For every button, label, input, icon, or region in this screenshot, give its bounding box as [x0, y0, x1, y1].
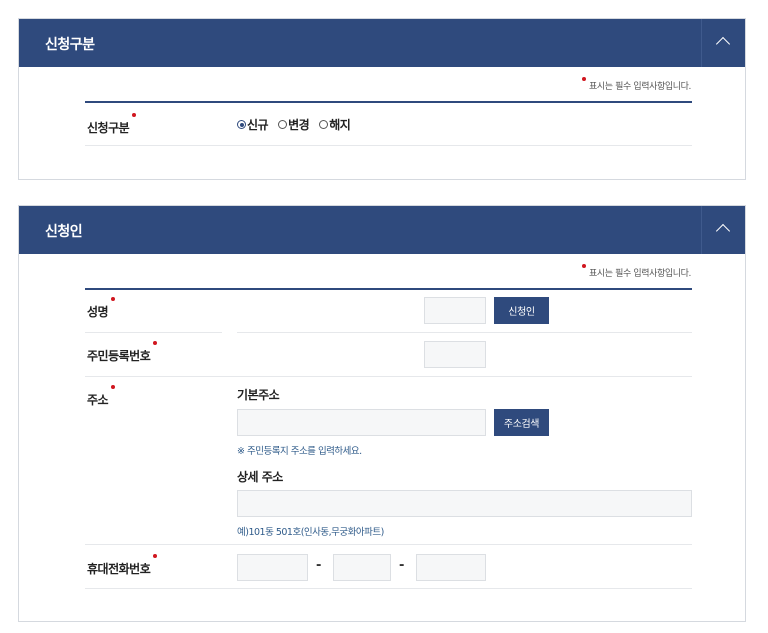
basic-address-label: 기본주소 — [237, 388, 280, 402]
row-divider — [85, 544, 692, 545]
phone-label-text: 휴대전화번호 — [87, 562, 151, 576]
applicant-title: 신청인 — [45, 224, 83, 240]
required-note-text: 표시는 필수 입력사항입니다. — [589, 82, 691, 92]
phone-part3-input[interactable] — [416, 554, 486, 581]
row-divider — [85, 588, 692, 589]
required-dot-icon — [111, 385, 116, 389]
required-dot-icon — [582, 264, 587, 268]
applicant-button[interactable]: 신청인 — [494, 297, 549, 324]
detail-address-hint: 예)101동 501호(인사동,무궁화아파트) — [237, 527, 384, 538]
application-type-label-text: 신청구분 — [87, 121, 130, 135]
name-input[interactable] — [424, 297, 486, 324]
application-type-label: 신청구분 — [87, 113, 137, 136]
row-divider — [237, 332, 692, 333]
application-type-header: 신청구분 — [19, 19, 745, 67]
radio-unchecked-icon — [319, 120, 329, 129]
section-top-rule — [85, 101, 692, 103]
collapse-applicant-button[interactable] — [701, 206, 745, 254]
name-label-text: 성명 — [87, 305, 109, 319]
resident-number-label-text: 주민등록번호 — [87, 349, 151, 363]
address-label-text: 주소 — [87, 393, 109, 407]
radio-new[interactable]: 신규 — [237, 116, 269, 133]
chevron-up-icon — [715, 223, 731, 239]
required-dot-icon — [153, 554, 158, 558]
radio-change-label: 변경 — [288, 118, 310, 132]
row-divider — [85, 145, 692, 146]
applicant-panel: 신청인 표시는 필수 입력사항입니다. 성명 신청인 주민등록번호 주소 기본주… — [18, 205, 746, 622]
phone-part2-input[interactable] — [333, 554, 391, 581]
radio-change[interactable]: 변경 — [278, 116, 310, 133]
detail-address-label: 상세 주소 — [237, 470, 283, 484]
phone-label: 휴대전화번호 — [87, 554, 158, 577]
application-type-panel: 신청구분 표시는 필수 입력사항입니다. 신청구분 신규 변경 해지 — [18, 18, 746, 180]
required-note-text: 표시는 필수 입력사항입니다. — [589, 269, 691, 279]
required-dot-icon — [153, 341, 158, 345]
radio-cancel[interactable]: 해지 — [319, 116, 351, 133]
radio-unchecked-icon — [278, 120, 288, 129]
application-type-radio-group: 신규 변경 해지 — [237, 116, 351, 133]
resident-number-input[interactable] — [424, 341, 486, 368]
section-top-rule — [85, 288, 692, 290]
address-label: 주소 — [87, 385, 116, 408]
applicant-header: 신청인 — [19, 206, 745, 254]
radio-cancel-label: 해지 — [329, 118, 351, 132]
phone-separator: - — [316, 558, 322, 573]
phone-part1-input[interactable] — [237, 554, 308, 581]
required-note: 표시는 필수 입력사항입니다. — [582, 77, 691, 92]
radio-new-label: 신규 — [247, 118, 269, 132]
required-dot-icon — [582, 77, 587, 81]
row-divider — [85, 332, 222, 333]
address-search-button[interactable]: 주소검색 — [494, 409, 549, 436]
basic-address-input[interactable] — [237, 409, 486, 436]
phone-separator: - — [399, 558, 405, 573]
detail-address-input[interactable] — [237, 490, 692, 517]
address-hint: ※ 주민등록지 주소를 입력하세요. — [237, 446, 362, 457]
required-note: 표시는 필수 입력사항입니다. — [582, 264, 691, 279]
required-dot-icon — [132, 113, 137, 117]
application-type-title: 신청구분 — [45, 37, 95, 53]
radio-checked-icon — [237, 120, 246, 129]
required-dot-icon — [111, 297, 116, 301]
collapse-application-type-button[interactable] — [701, 19, 745, 67]
resident-number-label: 주민등록번호 — [87, 341, 158, 364]
row-divider — [85, 376, 692, 377]
name-label: 성명 — [87, 297, 116, 320]
chevron-up-icon — [715, 36, 731, 52]
